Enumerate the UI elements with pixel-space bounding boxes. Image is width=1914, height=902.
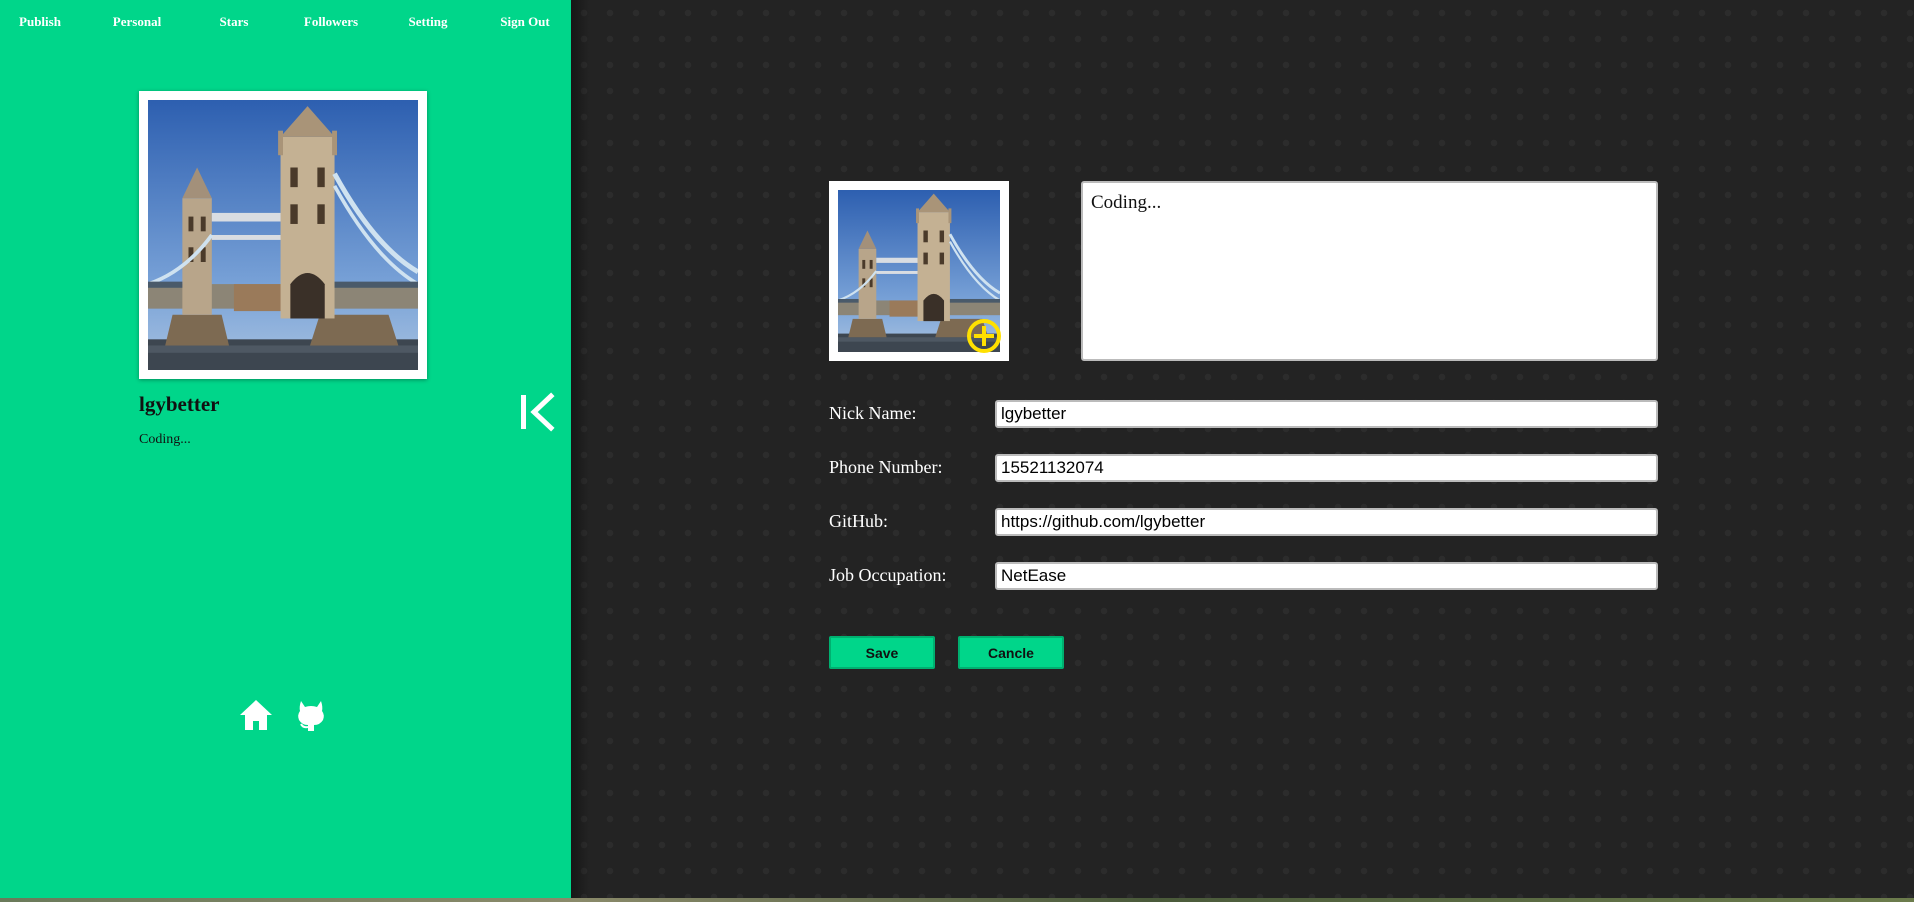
job-input[interactable]	[995, 562, 1658, 590]
phone-input[interactable]	[995, 454, 1658, 482]
nickname-input[interactable]	[995, 400, 1658, 428]
profile-bio: Coding...	[139, 432, 191, 447]
avatar-upload[interactable]	[829, 181, 1009, 361]
github-icon[interactable]	[293, 697, 329, 733]
github-label: GitHub:	[829, 511, 889, 531]
save-button[interactable]: Save	[829, 636, 935, 669]
collapse-left-icon[interactable]	[518, 392, 558, 432]
nickname-label: Nick Name:	[829, 403, 917, 423]
top-nav: Publish Personal Stars Followers Setting…	[0, 14, 571, 36]
job-label: Job Occupation:	[829, 565, 947, 585]
bottom-edge	[0, 898, 1914, 902]
bio-textarea[interactable]: Coding...	[1081, 181, 1658, 361]
sidebar: Publish Personal Stars Followers Setting…	[0, 0, 571, 898]
nav-sign-out[interactable]: Sign Out	[480, 14, 570, 30]
nav-personal[interactable]: Personal	[92, 14, 182, 30]
home-icon[interactable]	[238, 697, 274, 733]
profile-username: lgybetter	[139, 392, 220, 416]
avatar-photo	[148, 100, 418, 370]
settings-panel: Coding... Nick Name: Phone Number: GitHu…	[571, 0, 1914, 898]
add-circle-icon[interactable]	[966, 318, 1002, 354]
nav-publish[interactable]: Publish	[0, 14, 85, 30]
profile-avatar	[139, 91, 427, 379]
nav-followers[interactable]: Followers	[286, 14, 376, 30]
github-input[interactable]	[995, 508, 1658, 536]
nav-setting[interactable]: Setting	[383, 14, 473, 30]
cancel-button[interactable]: Cancle	[958, 636, 1064, 669]
phone-label: Phone Number:	[829, 457, 943, 477]
nav-stars[interactable]: Stars	[189, 14, 279, 30]
